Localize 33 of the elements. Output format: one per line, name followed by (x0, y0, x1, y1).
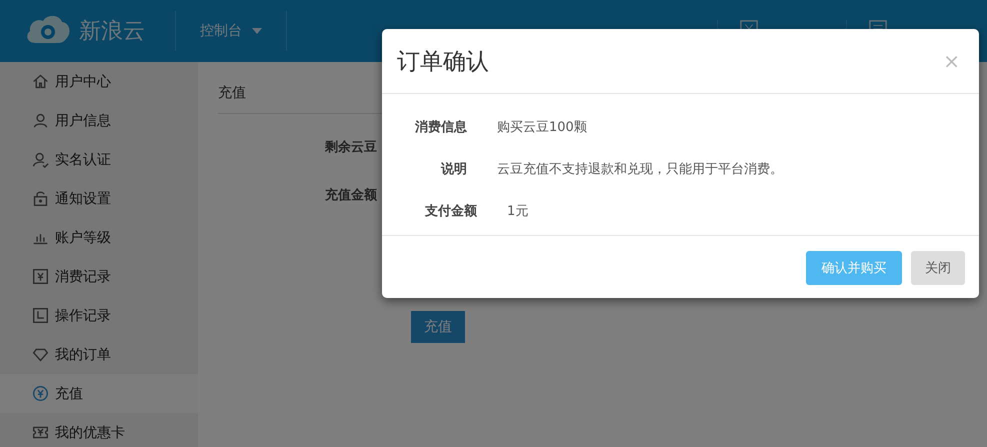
sidebar-item[interactable]: 操作记录 (0, 296, 198, 335)
house-icon (32, 73, 49, 90)
sidebar-item[interactable]: 用户信息 (0, 101, 198, 140)
clock-square-icon (32, 307, 49, 324)
confirm-button[interactable]: 确认并购买 (806, 251, 902, 285)
sidebar-item[interactable]: 账户等级 (0, 218, 198, 257)
sidebar-item[interactable]: 用户中心 (0, 62, 198, 101)
field-value: 购买云豆100颗 (497, 119, 587, 136)
close-dialog-button[interactable]: 关闭 (911, 251, 965, 285)
diamond-icon (32, 346, 49, 363)
yen-square-icon (32, 268, 49, 285)
ticket-icon (32, 424, 49, 441)
field-label: 说明 (440, 161, 467, 178)
sidebar-item[interactable]: 通知设置 (0, 179, 198, 218)
form-label: 剩余云豆 (325, 139, 378, 157)
logo-text: 新浪云 (79, 18, 145, 46)
field-label: 支付金额 (424, 202, 477, 220)
sidebar-item[interactable]: 我的订单 (0, 335, 198, 374)
sidebar-item[interactable]: 充值 (0, 374, 198, 413)
field-value: 1元 (507, 203, 528, 220)
caret-icon (252, 28, 262, 34)
person-check-icon (32, 151, 49, 168)
console-menu[interactable]: 控制台 (176, 11, 287, 51)
recharge-button[interactable]: 充值 (411, 311, 465, 343)
field-label: 消费信息 (414, 119, 467, 136)
field-value: 云豆充值不支持退款和兑现，只能用于平台消费。 (497, 161, 783, 178)
yen-coin-icon (32, 385, 49, 402)
sidebar-item[interactable]: 消费记录 (0, 257, 198, 296)
sidebar-item[interactable]: 我的优惠卡 (0, 413, 198, 447)
person-icon (32, 112, 49, 129)
form-label: 充值金额 (325, 186, 378, 205)
sidebar-item[interactable]: 实名认证 (0, 140, 198, 179)
lock-icon (32, 190, 49, 207)
